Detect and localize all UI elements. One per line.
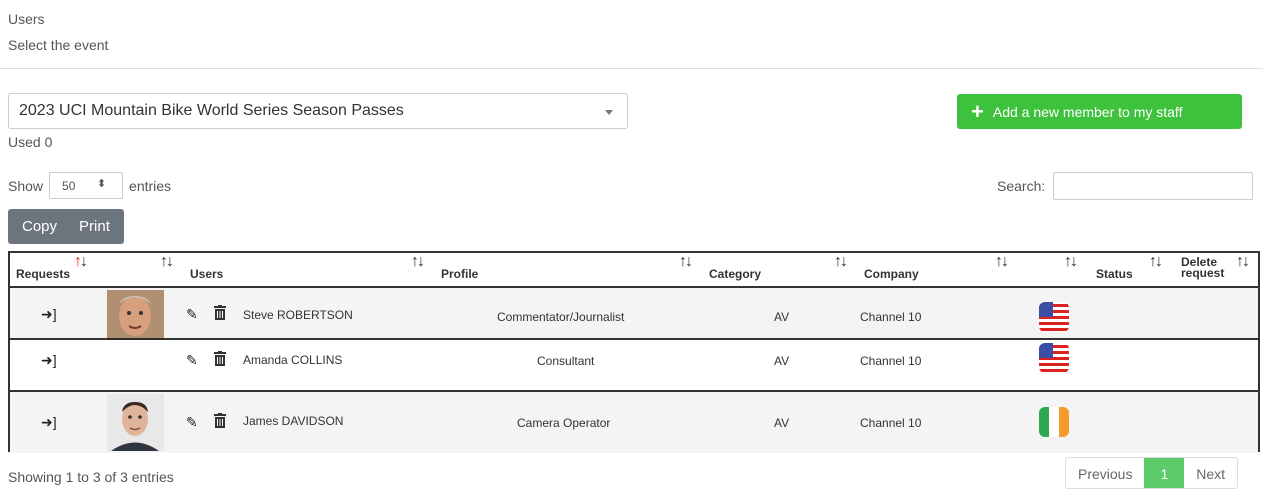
add-member-label: Add a new member to my staff xyxy=(992,103,1183,120)
user-profile: Camera Operator xyxy=(517,416,611,430)
sort-icon[interactable]: ↑↓ xyxy=(1236,253,1250,271)
us-flag-icon xyxy=(1039,302,1069,332)
user-category: AV xyxy=(774,310,790,324)
ireland-flag-icon xyxy=(1039,407,1069,437)
sort-icon[interactable]: ↑↓ xyxy=(834,253,848,271)
pencil-icon[interactable]: ✎ xyxy=(186,306,198,323)
sort-icon[interactable]: ↑↓ xyxy=(1149,253,1163,271)
caret-down-icon xyxy=(605,110,613,115)
sort-icon[interactable]: ↑↓ xyxy=(679,253,693,271)
users-table: Requests ↑↓ ↑↓ Users ↑↓ Profile ↑↓ Categ… xyxy=(8,251,1260,453)
sort-icon[interactable]: ↑↓ xyxy=(411,253,425,271)
user-profile: Consultant xyxy=(537,354,595,368)
export-buttons: Copy Print xyxy=(8,209,124,244)
table-info: Showing 1 to 3 of 3 entries xyxy=(8,469,174,485)
delete-header-line2: request xyxy=(1181,266,1225,280)
table-row: ➜] ✎ James DAVIDSON Camera Operator AV C… xyxy=(10,392,1258,453)
show-label: Show xyxy=(8,177,44,194)
copy-button[interactable]: Copy xyxy=(8,209,71,244)
user-photo xyxy=(107,394,164,451)
entries-length-select[interactable]: 50 ⬍ xyxy=(49,172,124,199)
sign-in-icon[interactable]: ➜] xyxy=(41,414,57,431)
pencil-icon[interactable]: ✎ xyxy=(186,414,198,431)
table-row: ➜] ✎ Steve ROBERTSON Commentator/Journal… xyxy=(10,288,1258,347)
column-header-requests[interactable]: Requests xyxy=(16,267,70,281)
column-header-users[interactable]: Users xyxy=(190,267,223,281)
pagination: Previous 1 Next xyxy=(1065,457,1239,489)
sort-icon[interactable]: ↑↓ xyxy=(160,253,174,271)
print-button[interactable]: Print xyxy=(71,209,124,244)
sign-in-icon[interactable]: ➜] xyxy=(41,306,57,323)
entries-length-value: 50 xyxy=(62,179,76,193)
column-header-delete-request[interactable]: Delete request xyxy=(1181,256,1225,280)
trash-icon[interactable] xyxy=(213,305,227,323)
user-company: Channel 10 xyxy=(860,310,922,324)
sort-updown-icon: ⬍ xyxy=(96,178,107,190)
add-member-button[interactable]: + Add a new member to my staff xyxy=(957,94,1242,129)
column-header-company[interactable]: Company xyxy=(864,267,919,281)
user-company: Channel 10 xyxy=(860,354,922,368)
trash-icon[interactable] xyxy=(213,351,227,369)
page-subtitle: Select the event xyxy=(8,37,109,53)
user-category: AV xyxy=(774,354,790,368)
trash-icon[interactable] xyxy=(213,413,227,431)
column-header-status[interactable]: Status xyxy=(1096,267,1133,281)
page-title: Users xyxy=(8,11,45,27)
event-select[interactable]: 2023 UCI Mountain Bike World Series Seas… xyxy=(8,93,628,129)
sign-in-icon[interactable]: ➜] xyxy=(41,352,57,369)
pencil-icon[interactable]: ✎ xyxy=(186,352,198,369)
search-control: Search: xyxy=(997,172,1254,200)
user-category: AV xyxy=(774,416,790,430)
table-header: Requests ↑↓ ↑↓ Users ↑↓ Profile ↑↓ Categ… xyxy=(10,253,1258,288)
sort-icon[interactable]: ↑↓ xyxy=(995,253,1009,271)
table-row: ➜] ✎ Amanda COLLINS Consultant AV Channe… xyxy=(10,340,1258,392)
user-name[interactable]: Steve ROBERTSON xyxy=(243,308,353,322)
user-photo xyxy=(107,290,164,347)
header-divider xyxy=(0,68,1263,69)
plus-icon: + xyxy=(971,98,984,124)
search-label: Search: xyxy=(997,178,1046,194)
used-count: Used 0 xyxy=(8,134,53,150)
us-flag-icon xyxy=(1039,343,1069,373)
user-company: Channel 10 xyxy=(860,416,922,430)
user-profile: Commentator/Journalist xyxy=(497,310,625,324)
sort-icon[interactable]: ↑↓ xyxy=(1064,253,1078,271)
column-header-category[interactable]: Category xyxy=(709,267,761,281)
search-input[interactable] xyxy=(1053,172,1254,200)
entries-label: entries xyxy=(129,177,172,194)
user-name[interactable]: James DAVIDSON xyxy=(243,414,343,428)
event-select-value: 2023 UCI Mountain Bike World Series Seas… xyxy=(19,102,404,119)
user-name[interactable]: Amanda COLLINS xyxy=(243,353,342,367)
column-header-profile[interactable]: Profile xyxy=(441,267,478,281)
length-control: Show 50 ⬍ entries xyxy=(8,172,171,199)
sort-icon[interactable]: ↑↓ xyxy=(74,253,88,271)
